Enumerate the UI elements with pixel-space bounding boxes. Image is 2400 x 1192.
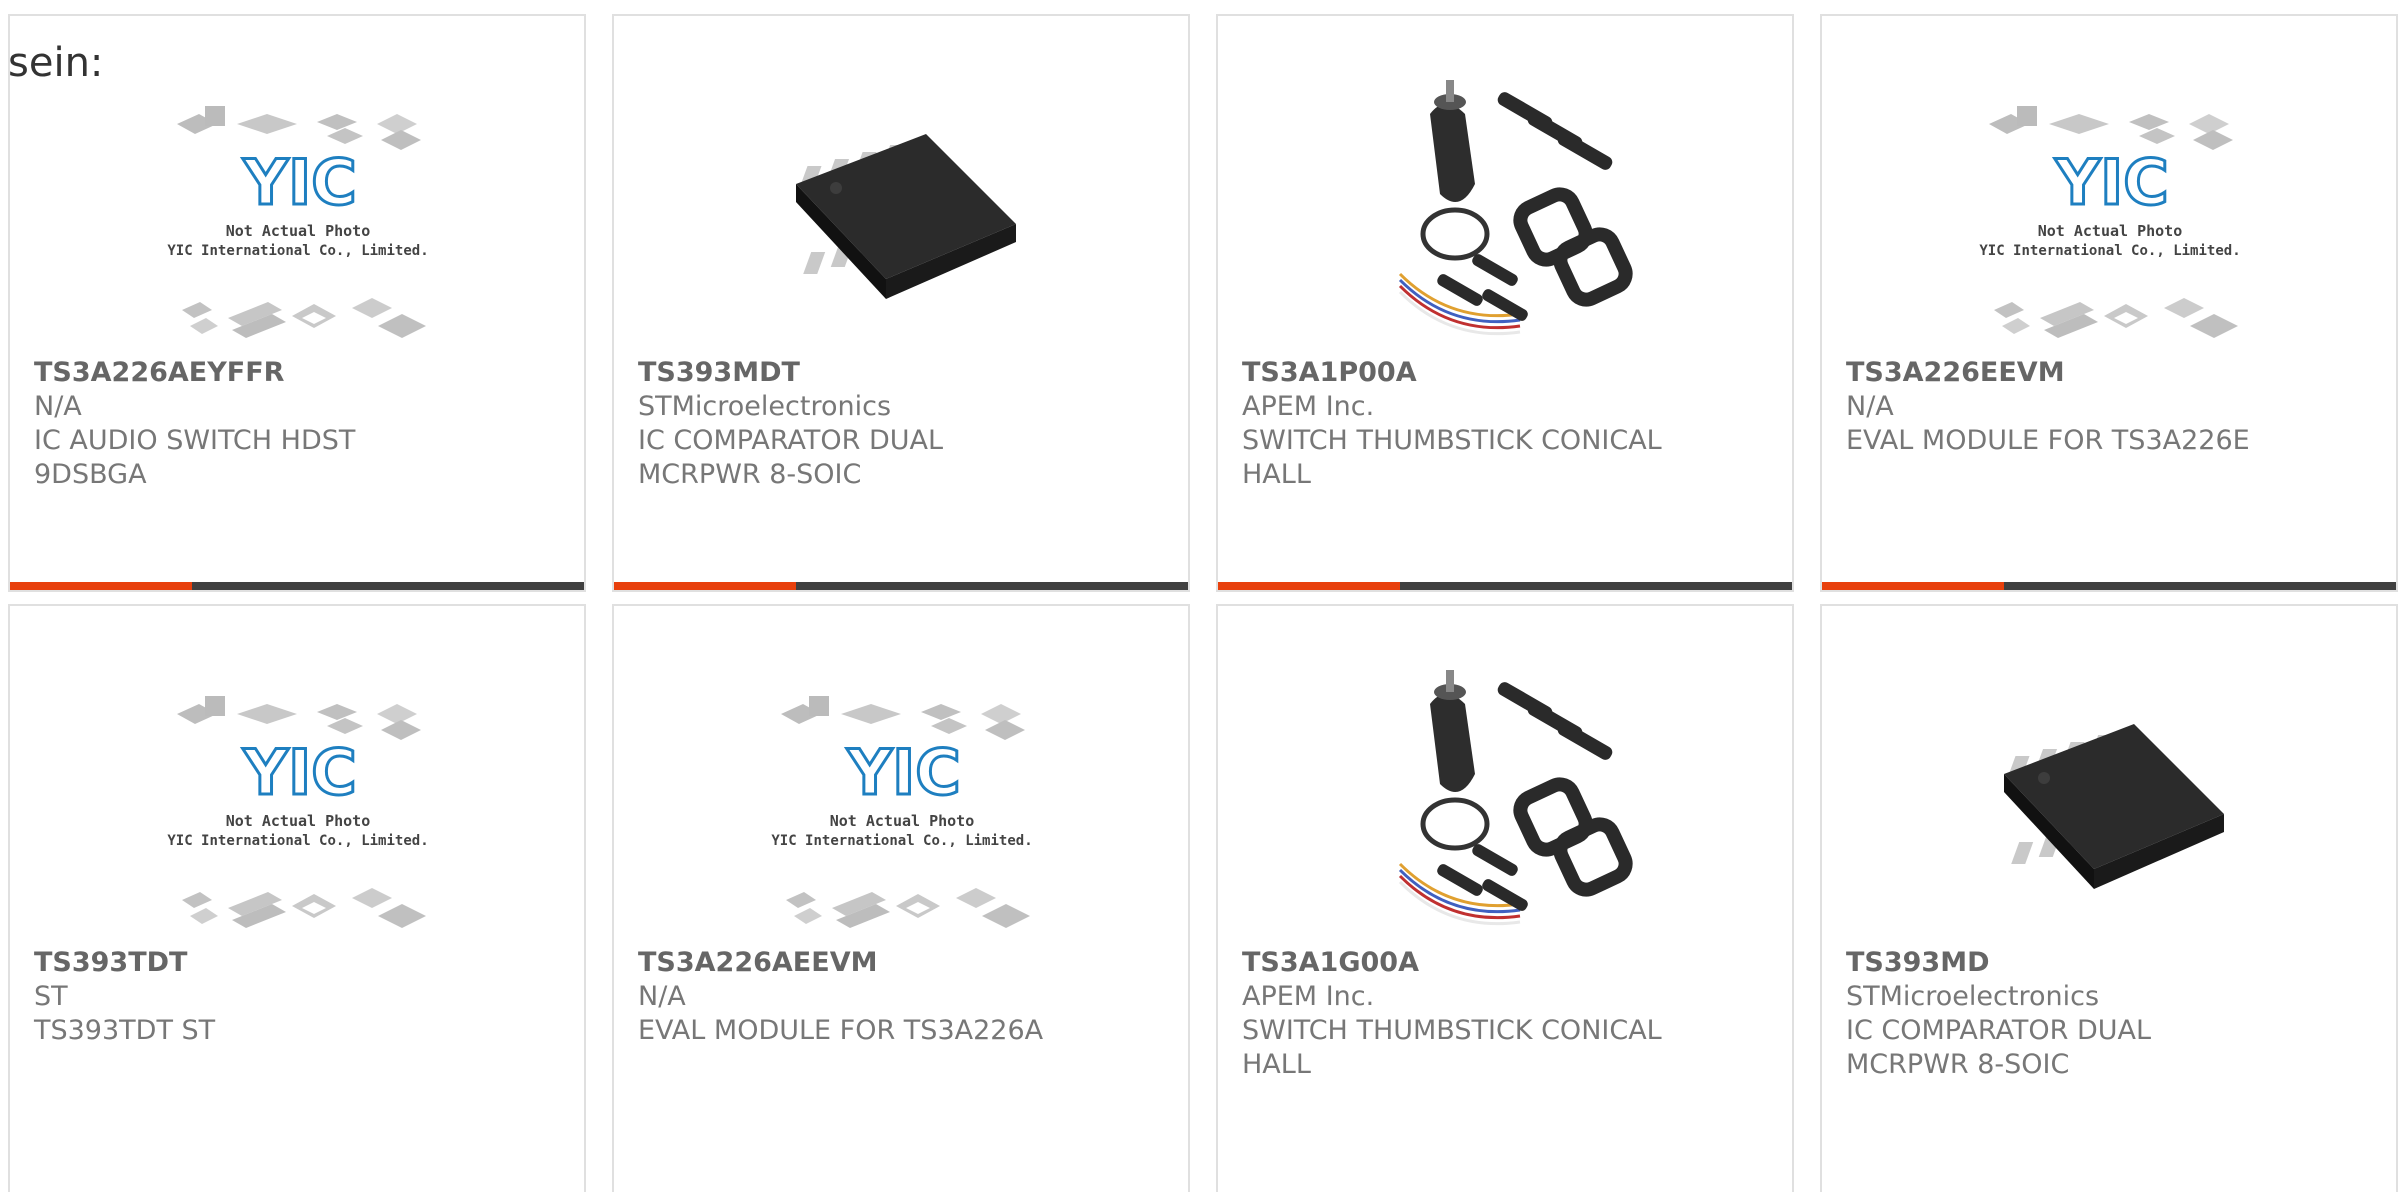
product-info: TS393MD STMicroelectronics IC COMPARATOR… xyxy=(1846,946,2376,1082)
part-number[interactable]: TS393TDT xyxy=(34,946,564,980)
part-number[interactable]: TS393MDT xyxy=(638,356,1168,390)
description: TS393TDT ST xyxy=(34,1015,216,1046)
soic-chip-photo[interactable] xyxy=(1964,664,2254,954)
card-bottom-bar xyxy=(614,582,1188,590)
placeholder-photo[interactable]: YIC Not Actual Photo YIC International C… xyxy=(152,664,442,954)
svg-text:Not Actual Photo: Not Actual Photo xyxy=(226,222,371,240)
manufacturer: N/A xyxy=(34,391,82,422)
card-bottom-bar xyxy=(1822,582,2396,590)
svg-text:YIC International Co., Limited: YIC International Co., Limited. xyxy=(167,243,428,259)
part-number[interactable]: TS3A226AEEVM xyxy=(638,946,1168,980)
svg-text:Not Actual Photo: Not Actual Photo xyxy=(226,812,371,830)
card-accent xyxy=(1218,582,1400,590)
placeholder-photo[interactable]: YIC Not Actual Photo YIC International C… xyxy=(756,664,1046,954)
manufacturer: STMicroelectronics xyxy=(638,391,892,422)
svg-text:YIC International Co., Limited: YIC International Co., Limited. xyxy=(167,833,428,849)
svg-text:YIC: YIC xyxy=(242,736,356,809)
description: IC AUDIO SWITCH HDST 9DSBGA xyxy=(34,425,356,490)
product-info: TS3A1G00A APEM Inc. SWITCH THUMBSTICK CO… xyxy=(1242,946,1772,1082)
svg-text:Not Actual Photo: Not Actual Photo xyxy=(830,812,975,830)
product-card[interactable]: YIC Not Actual Photo YIC International C… xyxy=(612,604,1190,1192)
product-info: TS393TDT ST TS393TDT ST xyxy=(34,946,564,1048)
manufacturer: APEM Inc. xyxy=(1242,981,1375,1012)
description: SWITCH THUMBSTICK CONICAL HALL xyxy=(1242,425,1662,490)
product-card[interactable]: TS393MDT STMicroelectronics IC COMPARATO… xyxy=(612,14,1190,592)
manufacturer: N/A xyxy=(1846,391,1894,422)
product-card[interactable]: TS3A1G00A APEM Inc. SWITCH THUMBSTICK CO… xyxy=(1216,604,1794,1192)
part-number[interactable]: TS3A226EEVM xyxy=(1846,356,2376,390)
lead-text: sein: xyxy=(8,40,104,86)
part-number[interactable]: TS3A1G00A xyxy=(1242,946,1772,980)
card-bottom-bar xyxy=(1218,582,1792,590)
card-accent xyxy=(1822,582,2004,590)
description: IC COMPARATOR DUAL MCRPWR 8-SOIC xyxy=(638,425,944,490)
product-card[interactable]: TS393MD STMicroelectronics IC COMPARATOR… xyxy=(1820,604,2398,1192)
manufacturer: STMicroelectronics xyxy=(1846,981,2100,1012)
product-grid: YIC Not Actual Photo YIC International C… xyxy=(8,14,2398,1192)
thumbstick-kit-photo[interactable] xyxy=(1360,74,1650,364)
card-accent xyxy=(10,582,192,590)
description: IC COMPARATOR DUAL MCRPWR 8-SOIC xyxy=(1846,1015,2152,1080)
manufacturer: ST xyxy=(34,981,68,1012)
product-card[interactable]: YIC Not Actual Photo YIC International C… xyxy=(1820,14,2398,592)
product-card[interactable]: YIC Not Actual Photo YIC International C… xyxy=(8,14,586,592)
product-info: TS393MDT STMicroelectronics IC COMPARATO… xyxy=(638,356,1168,492)
card-bottom-bar xyxy=(10,582,584,590)
product-info: TS3A226AEEVM N/A EVAL MODULE FOR TS3A226… xyxy=(638,946,1168,1048)
part-number[interactable]: TS3A226AEYFFR xyxy=(34,356,564,390)
svg-text:YIC: YIC xyxy=(242,146,356,219)
part-number[interactable]: TS3A1P00A xyxy=(1242,356,1772,390)
product-info: TS3A226AEYFFR N/A IC AUDIO SWITCH HDST 9… xyxy=(34,356,564,492)
svg-text:YIC: YIC xyxy=(2054,146,2168,219)
manufacturer: N/A xyxy=(638,981,686,1012)
soic-chip-photo[interactable] xyxy=(756,74,1046,364)
placeholder-photo[interactable]: YIC Not Actual Photo YIC International C… xyxy=(1964,74,2254,364)
svg-text:YIC International Co., Limited: YIC International Co., Limited. xyxy=(1979,243,2240,259)
product-card[interactable]: YIC Not Actual Photo YIC International C… xyxy=(8,604,586,1192)
placeholder-photo[interactable]: YIC Not Actual Photo YIC International C… xyxy=(152,74,442,364)
manufacturer: APEM Inc. xyxy=(1242,391,1375,422)
product-info: TS3A1P00A APEM Inc. SWITCH THUMBSTICK CO… xyxy=(1242,356,1772,492)
description: EVAL MODULE FOR TS3A226A xyxy=(638,1015,1044,1046)
svg-text:YIC: YIC xyxy=(846,736,960,809)
thumbstick-kit-photo[interactable] xyxy=(1360,664,1650,954)
part-number[interactable]: TS393MD xyxy=(1846,946,2376,980)
description: EVAL MODULE FOR TS3A226E xyxy=(1846,425,2250,456)
svg-text:Not Actual Photo: Not Actual Photo xyxy=(2038,222,2183,240)
svg-text:YIC International Co., Limited: YIC International Co., Limited. xyxy=(771,833,1032,849)
product-info: TS3A226EEVM N/A EVAL MODULE FOR TS3A226E xyxy=(1846,356,2376,458)
product-card[interactable]: TS3A1P00A APEM Inc. SWITCH THUMBSTICK CO… xyxy=(1216,14,1794,592)
card-accent xyxy=(614,582,796,590)
description: SWITCH THUMBSTICK CONICAL HALL xyxy=(1242,1015,1662,1080)
